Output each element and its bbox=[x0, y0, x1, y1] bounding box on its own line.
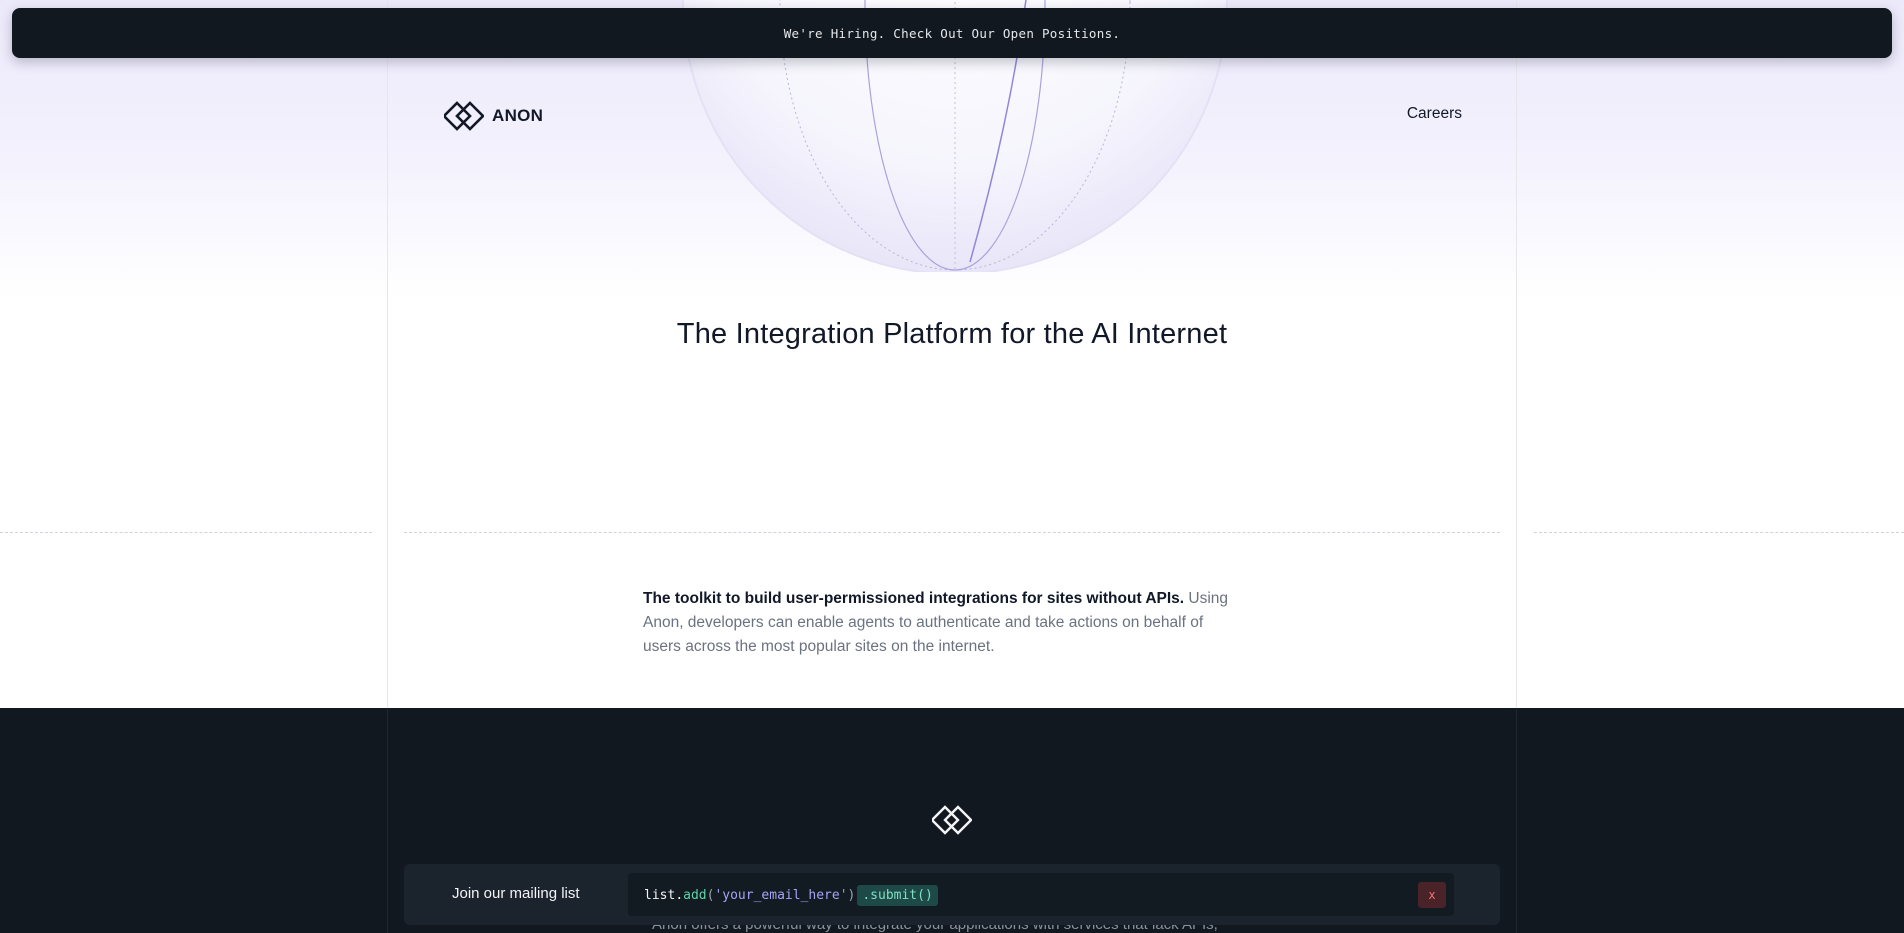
logo[interactable]: ANON bbox=[444, 101, 543, 131]
code-quote-open: ' bbox=[714, 888, 723, 903]
anon-logo-icon-light bbox=[932, 805, 972, 835]
section-divider-center bbox=[404, 532, 1500, 533]
mailing-list-bar: Join our mailing list list. add(' your_ema… bbox=[404, 864, 1500, 925]
hiring-announcement-banner[interactable]: We're Hiring. Check Out Our Open Positio… bbox=[12, 8, 1892, 58]
hero-title: The Integration Platform for the AI Inte… bbox=[676, 318, 1228, 350]
code-open-paren: ( bbox=[706, 888, 715, 903]
code-method: add bbox=[683, 888, 707, 903]
hiring-announcement-text[interactable]: We're Hiring. Check Out Our Open Positio… bbox=[784, 26, 1121, 41]
section-divider-right bbox=[1534, 532, 1904, 533]
submit-button[interactable]: .submit() bbox=[857, 885, 938, 906]
logo-wordmark: ANON bbox=[492, 106, 544, 125]
code-object: list bbox=[644, 888, 676, 903]
code-input-text[interactable]: list. add(' your_email_here ') .submit() bbox=[644, 885, 938, 906]
email-placeholder[interactable]: your_email_here bbox=[722, 888, 839, 903]
close-button[interactable]: x bbox=[1418, 882, 1446, 908]
intro-lead: The toolkit to build user-permissioned i… bbox=[643, 590, 1185, 607]
section-divider-left bbox=[0, 532, 372, 533]
email-input[interactable]: list. add(' your_email_here ') .submit() x bbox=[628, 873, 1454, 916]
dark-frame-line-left bbox=[387, 708, 388, 933]
intro-description: The toolkit to build user-permissioned i… bbox=[643, 587, 1233, 659]
dark-frame-line-right bbox=[1516, 708, 1517, 933]
code-quote-close: ' bbox=[839, 888, 848, 903]
code-dot: . bbox=[675, 888, 684, 903]
mailing-list-label: Join our mailing list bbox=[452, 885, 580, 902]
anon-logo-icon bbox=[444, 101, 484, 131]
nav-link-careers[interactable]: Careers bbox=[1400, 105, 1462, 123]
code-close-paren: ) bbox=[847, 888, 856, 903]
